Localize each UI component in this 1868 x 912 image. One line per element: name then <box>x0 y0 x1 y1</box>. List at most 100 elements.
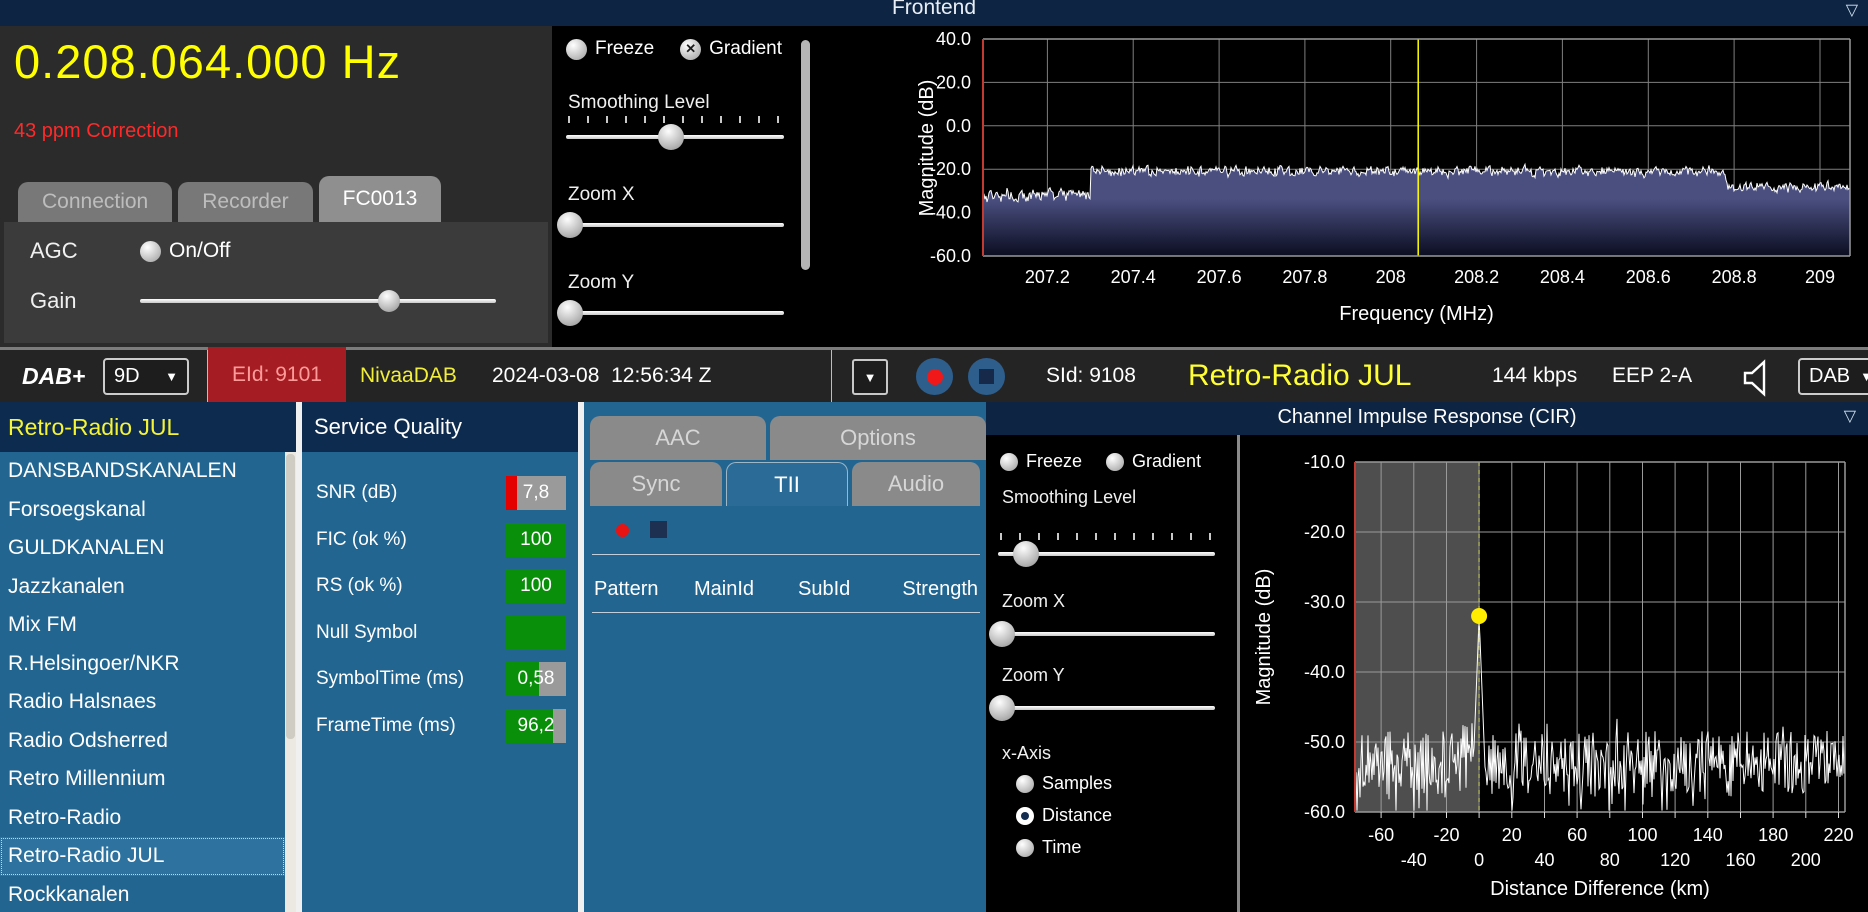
output-select-value: DAB <box>1809 365 1851 387</box>
quality-metric-label: FIC (ok %) <box>316 528 407 550</box>
svg-text:Magnitude (dB): Magnitude (dB) <box>1253 569 1275 706</box>
x-axis-radio-samples[interactable]: Samples <box>1016 773 1112 794</box>
svg-text:200: 200 <box>1791 850 1821 870</box>
x-axis-radio-distance[interactable]: Distance <box>1016 805 1112 826</box>
service-list-item[interactable]: Retro Millennium <box>0 760 285 799</box>
quality-metric-value: 100 <box>520 528 552 550</box>
slider-thumb[interactable] <box>657 124 684 150</box>
spectrum-controls-scrollbar[interactable] <box>801 40 810 270</box>
tab-tii[interactable]: TII <box>726 462 848 506</box>
tuner-tab-fc0013[interactable]: FC0013 <box>318 176 442 222</box>
zoom-x-label: Zoom X <box>1002 591 1066 611</box>
svg-text:208.8: 208.8 <box>1712 267 1757 287</box>
slider-thumb[interactable] <box>557 212 584 238</box>
output-mode-select[interactable]: DAB ▼ <box>1798 358 1868 395</box>
service-list-item[interactable]: R.Helsingoer/NKR <box>0 645 285 684</box>
x-axis-radio-time[interactable]: Time <box>1016 837 1112 858</box>
gain-slider[interactable] <box>140 290 496 312</box>
channel-select[interactable]: 9D ▼ <box>103 358 189 395</box>
tab-options[interactable]: Options <box>770 416 986 460</box>
channel-select-value: 9D <box>114 365 140 387</box>
agc-label: AGC <box>30 238 78 263</box>
service-list-item[interactable]: Mix FM <box>0 606 285 645</box>
svg-text:Magnitude (dB): Magnitude (dB) <box>916 80 938 217</box>
agc-row: AGC On/Off <box>30 238 230 264</box>
cir-collapse-icon[interactable]: ▽ <box>1844 406 1856 426</box>
slider-track <box>566 223 784 227</box>
spectrum-zoom-x-slider[interactable] <box>557 212 784 238</box>
svg-text:140: 140 <box>1693 825 1723 845</box>
spectrum-smoothing-slider[interactable] <box>566 116 784 150</box>
service-list: Retro-Radio JUL DANSBANDSKANALEN Forsoegs… <box>0 402 296 912</box>
frontend-spectrum-chart: 207.2 207.4 207.6 207.8 208 208.2 208.4 208.6 20… <box>916 29 1851 325</box>
scrollbar-thumb[interactable] <box>286 454 295 740</box>
cir-smoothing-slider[interactable] <box>998 533 1215 567</box>
service-quality-row: Null Symbol <box>302 610 578 657</box>
decoder-tabs-panel: AAC Options Sync TII Audio Pattern MainId Sub… <box>584 402 986 912</box>
spectrum-zoom-y-slider[interactable] <box>557 300 784 326</box>
service-list-item[interactable]: DANSBANDSKANALEN <box>0 452 285 491</box>
svg-text:100: 100 <box>1627 825 1657 845</box>
status-bar: DAB+ 9D ▼ EId: 9101 NivaaDAB 2024-03-08 … <box>0 347 1868 402</box>
svg-text:207.6: 207.6 <box>1197 267 1242 287</box>
cir-freeze-radio[interactable]: Freeze <box>1000 451 1082 472</box>
cir-gradient-radio[interactable]: Gradient <box>1106 451 1201 472</box>
slider-thumb[interactable] <box>989 621 1016 647</box>
service-list-item[interactable]: Radio Odsherred <box>0 722 285 761</box>
slider-thumb[interactable] <box>989 695 1016 721</box>
slider-track <box>566 311 784 315</box>
frontend-collapse-icon[interactable]: ▽ <box>1846 0 1858 20</box>
cir-zoom-y-slider[interactable] <box>989 695 1215 721</box>
slider-thumb[interactable] <box>378 290 401 312</box>
record-options-dropdown[interactable]: ▼ <box>852 359 888 395</box>
quality-metric-value: 0,58 <box>517 668 555 689</box>
service-quality-row: FrameTime (ms) 96,2 <box>302 703 578 750</box>
service-list-item[interactable]: Forsoegskanal <box>0 491 285 530</box>
agc-onoff-radio[interactable]: On/Off <box>140 239 230 263</box>
service-list-scrollbar[interactable] <box>285 452 296 912</box>
record-button[interactable] <box>916 358 953 395</box>
svg-text:180: 180 <box>1758 825 1788 845</box>
service-quality-panel: Service Quality SNR (dB) 7,8 FIC (ok %) 100… <box>302 402 578 912</box>
tuner-tabs: Connection Recorder FC0013 <box>18 176 442 222</box>
spectrum-freeze-radio[interactable]: Freeze <box>566 38 654 60</box>
slider-thumb[interactable] <box>557 300 584 326</box>
tab-sync[interactable]: Sync <box>590 462 722 506</box>
cir-controls-panel: Freeze Gradient Smoothing Level Zoom X Z… <box>986 435 1236 912</box>
slider-thumb[interactable] <box>1013 541 1040 567</box>
frontend-title: Frontend <box>891 0 977 19</box>
svg-text:20.0: 20.0 <box>936 72 971 92</box>
svg-text:-50.0: -50.0 <box>1304 732 1345 752</box>
spectrum-gradient-radio[interactable]: Gradient <box>680 38 782 60</box>
qirx-dab-app-window: Frontend ▽ 0.208.064.000 Hz 43 ppm Corre… <box>0 0 1868 912</box>
service-list-item[interactable]: Retro-Radio JUL <box>0 837 285 876</box>
svg-text:120: 120 <box>1660 850 1690 870</box>
service-list-item[interactable]: GULDKANALEN <box>0 529 285 568</box>
bitrate-label: 144 kbps <box>1492 364 1578 387</box>
tab-aac[interactable]: AAC <box>590 416 766 460</box>
decoder-tabs-row1: AAC Options <box>590 416 986 460</box>
service-list-item[interactable]: Retro-Radio <box>0 799 285 838</box>
speaker-icon[interactable] <box>1738 357 1780 399</box>
service-list-item[interactable]: Rockkanalen <box>0 876 285 912</box>
service-list-item[interactable]: Jazzkanalen <box>0 568 285 607</box>
tab-audio[interactable]: Audio <box>852 462 980 506</box>
bar-segment <box>506 615 566 650</box>
service-id-label: SId: 9108 <box>1046 364 1136 387</box>
service-list-item[interactable]: Radio Halsnaes <box>0 683 285 722</box>
tuner-tab-recorder[interactable]: Recorder <box>178 182 313 222</box>
svg-text:209: 209 <box>1805 267 1835 287</box>
ensemble-name-label: NivaaDAB <box>360 364 457 387</box>
datetime-label: 2024-03-08 12:56:34 Z <box>492 364 712 387</box>
tii-column-header: Pattern <box>594 578 659 600</box>
svg-text:-60.0: -60.0 <box>930 246 971 266</box>
quality-metric-bar: 7,8 <box>506 476 566 510</box>
cir-zoom-x-slider[interactable] <box>989 621 1215 647</box>
svg-text:0: 0 <box>1474 850 1484 870</box>
ensemble-id-badge: EId: 9101 <box>208 347 346 402</box>
tuner-tab-connection[interactable]: Connection <box>18 182 173 222</box>
stop-button[interactable] <box>968 358 1005 395</box>
svg-text:220: 220 <box>1823 825 1853 845</box>
svg-text:-10.0: -10.0 <box>1304 452 1345 472</box>
zoom-y-label: Zoom Y <box>1002 665 1065 685</box>
